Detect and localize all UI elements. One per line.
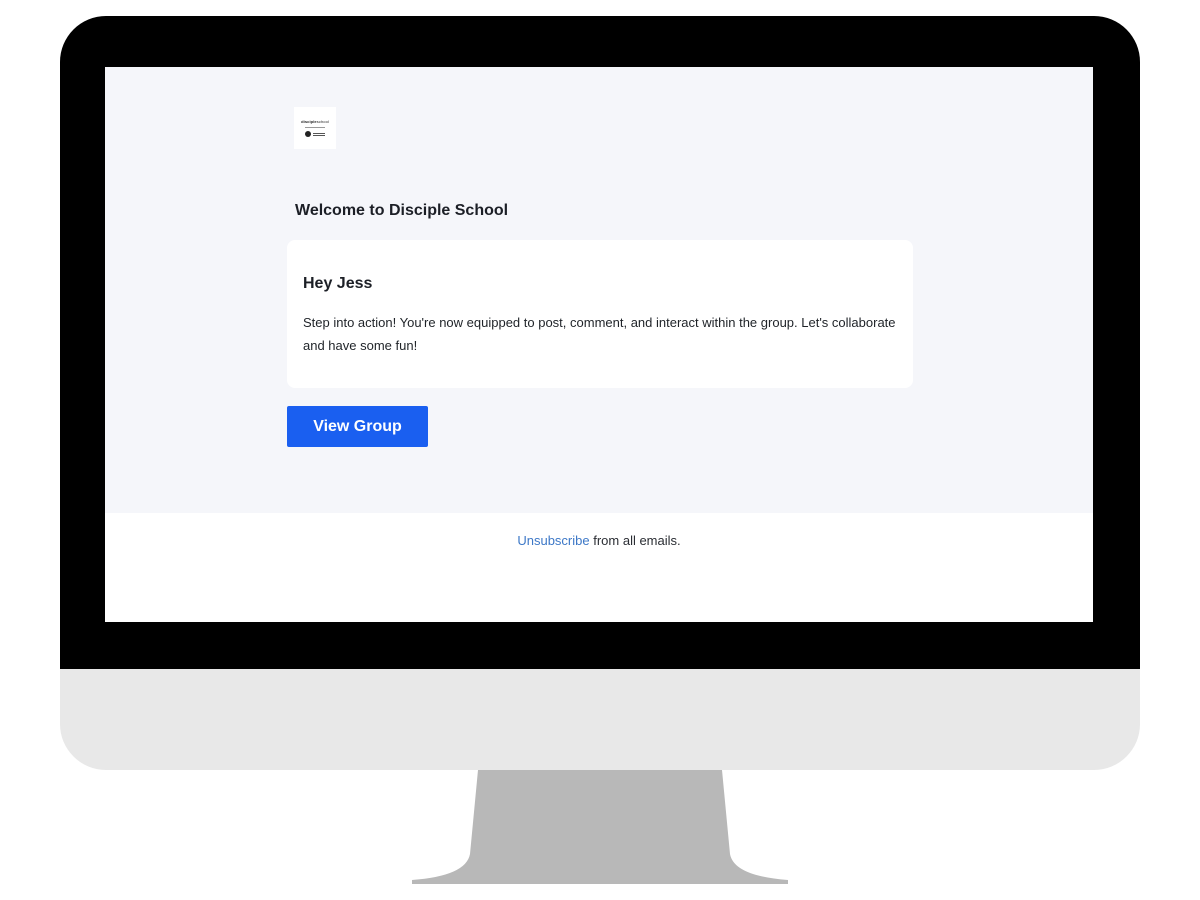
footer-suffix: from all emails.: [589, 533, 681, 548]
logo-emblem-icon: [305, 131, 311, 137]
logo-word-part1: disciple: [301, 119, 317, 124]
logo-text-bars: [313, 132, 325, 136]
email-body: discipleschool Welcome to Disciple Schoo…: [105, 67, 1093, 513]
monitor-stand-shape: [412, 770, 788, 884]
message-text: Step into action! You're now equipped to…: [303, 315, 896, 353]
email-footer: Unsubscribe from all emails.: [105, 533, 1093, 548]
greeting: Hey Jess: [303, 275, 373, 292]
email-heading: Welcome to Disciple School: [295, 202, 509, 219]
logo-wordmark: discipleschool: [301, 119, 329, 124]
view-group-button[interactable]: View Group: [287, 406, 428, 447]
monitor-screen: discipleschool Welcome to Disciple Schoo…: [105, 67, 1093, 622]
logo-word-part2: school: [316, 119, 329, 124]
unsubscribe-link[interactable]: Unsubscribe: [517, 533, 589, 548]
logo-badge: [305, 131, 325, 137]
monitor-stand: [412, 770, 788, 884]
disciple-school-logo: discipleschool: [294, 107, 336, 149]
stage: discipleschool Welcome to Disciple Schoo…: [0, 0, 1200, 900]
message-card: Hey Jess Step into action! You're now eq…: [287, 240, 913, 388]
logo-divider: [305, 127, 325, 128]
monitor: discipleschool Welcome to Disciple Schoo…: [60, 16, 1140, 770]
